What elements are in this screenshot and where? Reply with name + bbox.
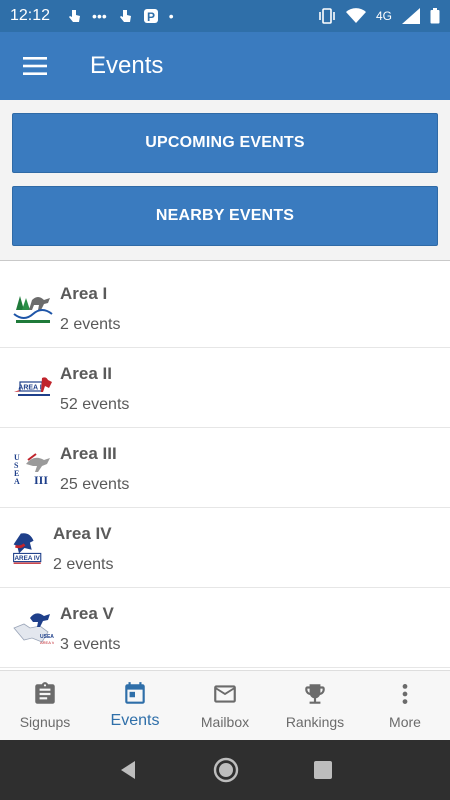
battery-icon	[430, 8, 440, 24]
event-count: 25 events	[60, 476, 130, 493]
nav-label: Events	[110, 712, 160, 729]
svg-text:III: III	[34, 473, 48, 487]
status-bar: 12:12 ••• P • 4G	[0, 0, 450, 32]
svg-text:AREA V: AREA V	[40, 640, 54, 645]
area-name: Area I	[60, 284, 108, 303]
area-5-usea-logo: USEA AREA V	[13, 613, 54, 645]
parking-icon: P	[143, 9, 158, 24]
actions-panel: UPCOMING EVENTS NEARBY EVENTS	[0, 100, 450, 261]
event-count: 52 events	[60, 396, 130, 413]
area-1-usea-logo	[13, 296, 53, 323]
mail-icon	[214, 685, 236, 703]
svg-text:A: A	[14, 477, 20, 486]
touch-icon-2	[119, 10, 131, 22]
nav-rankings[interactable]: Rankings	[270, 671, 360, 740]
signal-icon	[402, 8, 420, 24]
area-2-logo: AREA II	[14, 377, 52, 396]
clipboard-icon	[35, 682, 55, 704]
nav-label: Mailbox	[200, 714, 250, 730]
system-nav-bar	[0, 740, 450, 800]
touch-icon	[69, 10, 81, 22]
area-name: Area IV	[53, 524, 112, 543]
event-count: 2 events	[53, 556, 114, 573]
nav-mailbox[interactable]: Mailbox	[180, 671, 270, 740]
list-item-area-5[interactable]: USEA AREA V Area V 3 events	[0, 588, 450, 668]
list-item-area-1[interactable]: Area I 2 events	[0, 268, 450, 348]
trophy-icon	[305, 684, 325, 704]
app-bar: Events	[0, 32, 450, 100]
back-icon[interactable]	[117, 759, 139, 781]
area-name: Area II	[60, 364, 112, 383]
event-count: 2 events	[60, 316, 121, 333]
calendar-icon	[125, 682, 145, 704]
dot-icon: •	[168, 8, 174, 24]
svg-text:AREA IV: AREA IV	[14, 555, 40, 562]
area-3-usea-logo: U S E A III	[14, 453, 50, 487]
list-item-area-2[interactable]: AREA II Area II 52 events	[0, 348, 450, 428]
wifi-icon	[345, 8, 366, 23]
svg-text:AREA II: AREA II	[18, 385, 43, 392]
nav-label: More	[389, 714, 421, 730]
home-icon[interactable]	[212, 756, 240, 784]
more-vert-icon	[402, 684, 408, 704]
hamburger-menu-icon	[23, 57, 47, 75]
nav-label: Rankings	[285, 714, 345, 730]
event-count: 3 events	[60, 636, 121, 653]
bottom-nav: Signups Events Mailbox Rankings More	[0, 670, 450, 740]
area-name: Area III	[60, 444, 117, 463]
area-name: Area V	[60, 604, 114, 623]
vibrate-icon	[319, 8, 335, 24]
page-title: Events	[90, 52, 164, 79]
nav-events[interactable]: Events	[90, 671, 180, 740]
nearby-events-button[interactable]: NEARBY EVENTS	[12, 186, 438, 246]
status-time: 12:12	[10, 7, 51, 24]
network-type: 4G	[375, 9, 392, 23]
list-item-area-4[interactable]: AREA IV Area IV 2 events	[0, 508, 450, 588]
dots-icon: •••	[92, 8, 107, 24]
nav-signups[interactable]: Signups	[0, 671, 90, 740]
nav-more[interactable]: More	[360, 671, 450, 740]
list-item-area-3[interactable]: U S E A III Area III 25 events	[0, 428, 450, 508]
area-list: Area I 2 events AREA II Area II 52 event…	[0, 268, 450, 670]
notification-icons: ••• P •	[66, 8, 174, 24]
svg-text:P: P	[147, 10, 155, 24]
upcoming-events-button[interactable]: UPCOMING EVENTS	[12, 113, 438, 173]
recents-icon[interactable]	[313, 760, 333, 780]
nav-label: Signups	[19, 714, 71, 730]
menu-button[interactable]	[0, 32, 70, 100]
area-4-logo: AREA IV	[13, 533, 42, 564]
